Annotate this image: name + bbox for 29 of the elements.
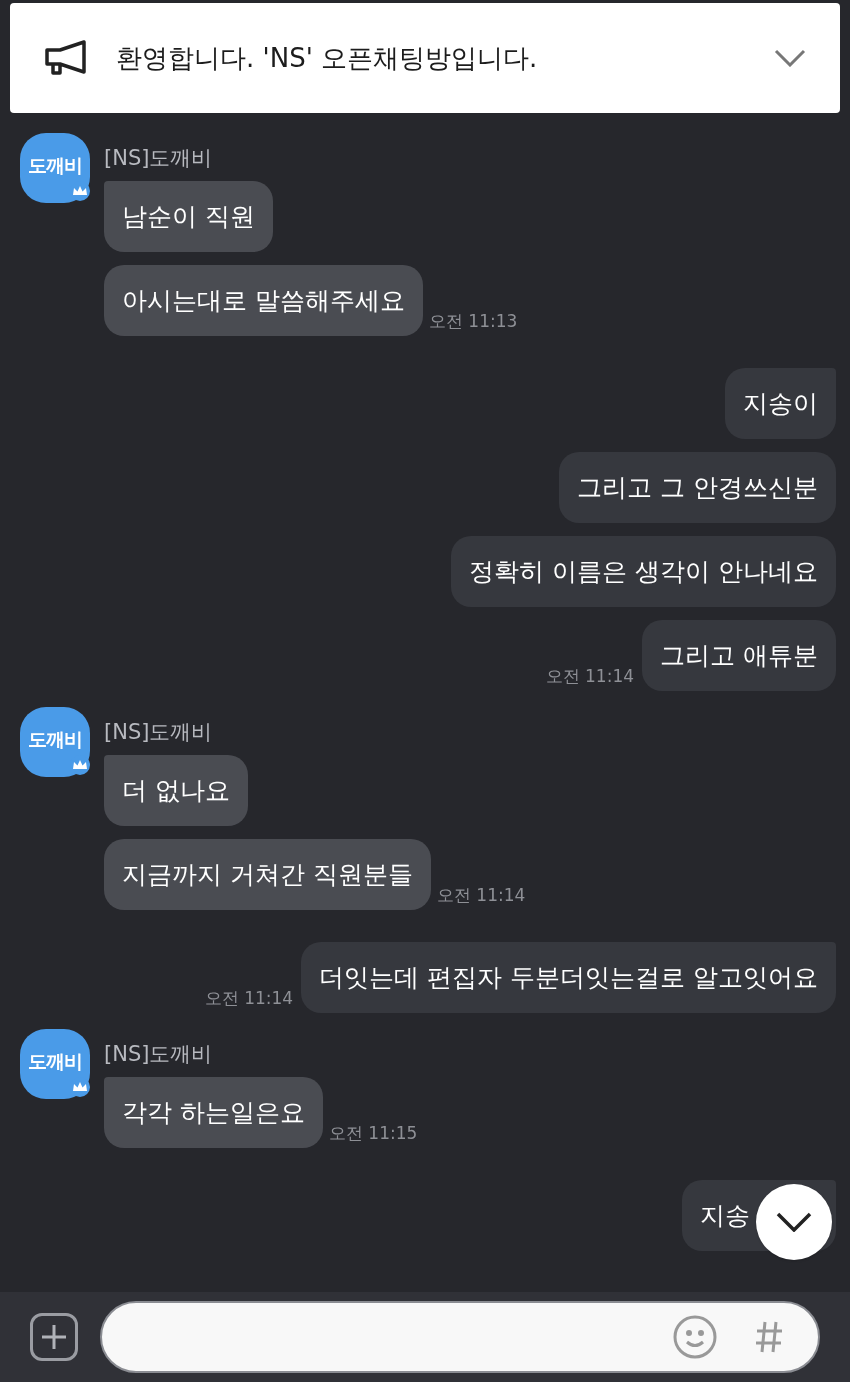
message-bubble: 더 없나요 [104,755,248,826]
plus-icon [41,1324,67,1350]
chevron-down-icon[interactable] [774,49,806,67]
sender-name: [NS]도깨비 [104,722,214,743]
message-time: 오전 11:14 [436,883,526,907]
message-bubble: 그리고 그 안경쓰신분 [559,452,836,523]
message-bubble: 더잇는데 편집자 두분더잇는걸로 알고잇어요 [301,942,836,1013]
message-bubble: 지송이 [725,368,836,439]
message-bubble: 정확히 이름은 생각이 안나네요 [451,536,836,607]
avatar[interactable]: 도깨비 [20,133,90,203]
notice-banner[interactable]: 환영합니다. 'NS' 오픈채팅방입니다. [10,3,840,113]
message-time: 오전 11:13 [428,309,518,333]
avatar[interactable]: 도깨비 [20,1029,90,1099]
sender-name: [NS]도깨비 [104,148,214,169]
add-button[interactable] [30,1313,78,1361]
sender-name: [NS]도깨비 [104,1044,214,1065]
emoji-icon[interactable] [672,1314,718,1360]
message-time: 오전 11:14 [204,986,294,1010]
chevron-down-icon [776,1212,812,1232]
message-bubble: 남순이 직원 [104,181,273,252]
avatar[interactable]: 도깨비 [20,707,90,777]
message-bubble: 각각 하는일은요 [104,1077,323,1148]
message-time: 오전 11:15 [328,1121,418,1145]
message-time: 오전 11:14 [545,664,635,688]
hashtag-icon[interactable] [754,1320,784,1354]
notice-text: 환영합니다. 'NS' 오픈채팅방입니다. [116,41,539,75]
message-bubble: 아시는대로 말씀해주세요 [104,265,423,336]
message-bubble: 그리고 애튜분 [642,620,836,691]
message-bubble: 지금까지 거쳐간 직원분들 [104,839,431,910]
